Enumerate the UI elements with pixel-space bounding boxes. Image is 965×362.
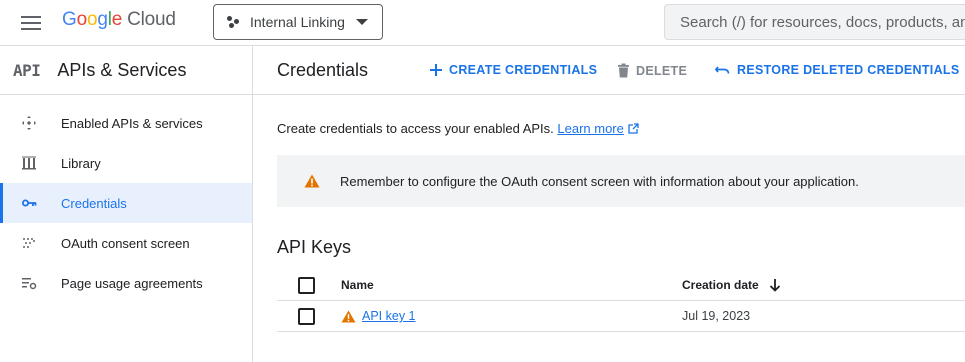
sidebar-item-enabled-apis[interactable]: Enabled APIs & services — [0, 103, 252, 143]
key-icon — [21, 195, 37, 211]
sidebar-item-page-usage[interactable]: Page usage agreements — [0, 263, 252, 303]
row-date-cell: Jul 19, 2023 — [682, 309, 751, 323]
column-header-creation-date[interactable]: Creation date — [682, 278, 781, 292]
sidebar-item-oauth-consent[interactable]: OAuth consent screen — [0, 223, 252, 263]
arrow-down-icon — [769, 278, 780, 292]
plus-icon — [430, 64, 442, 76]
google-cloud-logo[interactable]: Google Cloud — [62, 9, 176, 31]
brand-cloud: Cloud — [127, 9, 176, 30]
trash-icon — [618, 63, 629, 78]
api-key-link[interactable]: API key 1 — [362, 309, 416, 323]
library-icon — [21, 155, 37, 171]
banner-text: Remember to configure the OAuth consent … — [340, 173, 859, 189]
dotted-consent-icon — [21, 235, 37, 251]
sidebar-item-label: Library — [61, 155, 101, 171]
column-header-label: Creation date — [682, 278, 759, 292]
warning-banner: Remember to configure the OAuth consent … — [277, 155, 965, 207]
select-all-checkbox[interactable] — [298, 276, 315, 294]
search-input[interactable]: Search (/) for resources, docs, products… — [664, 4, 965, 40]
table-row: API key 1 Jul 19, 2023 — [277, 301, 965, 332]
page-title: Credentials — [277, 60, 369, 80]
project-icon — [227, 15, 241, 29]
intro-message: Create credentials to access your enable… — [277, 121, 554, 136]
create-credentials-label: CREATE CREDENTIALS — [449, 63, 598, 77]
row-name-cell: API key 1 — [341, 309, 416, 323]
warning-icon — [304, 174, 320, 188]
restore-label: RESTORE DELETED CREDENTIALS — [737, 63, 960, 77]
restore-deleted-credentials-button[interactable]: RESTORE DELETED CREDENTIALS — [715, 63, 959, 77]
warning-icon — [341, 309, 356, 323]
row-checkbox[interactable] — [298, 307, 315, 325]
column-header-name[interactable]: Name — [341, 278, 374, 292]
search-placeholder: Search (/) for resources, docs, products… — [680, 14, 965, 31]
sidebar-header: API APIs & Services — [0, 46, 252, 95]
sidebar-item-library[interactable]: Library — [0, 143, 252, 183]
create-credentials-button[interactable]: CREATE CREDENTIALS — [429, 63, 597, 77]
undo-icon — [715, 66, 730, 74]
sidebar-item-label: OAuth consent screen — [61, 235, 190, 251]
main-content: Credentials CREATE CREDENTIALS DELETE RE… — [253, 46, 965, 362]
sidebar-title[interactable]: APIs & Services — [57, 60, 186, 81]
page-header: Credentials CREATE CREDENTIALS DELETE RE… — [253, 46, 965, 95]
chevron-down-icon — [356, 19, 368, 25]
diamond-arrows-icon — [21, 115, 37, 131]
project-selector[interactable]: Internal Linking — [213, 4, 383, 40]
external-link-icon — [627, 123, 639, 134]
section-title-api-keys: API Keys — [277, 237, 352, 257]
learn-more-label: Learn more — [557, 121, 624, 136]
intro-text: Create credentials to access your enable… — [277, 121, 639, 136]
api-badge-icon: API — [13, 60, 41, 80]
sidebar-item-credentials[interactable]: Credentials — [0, 183, 252, 223]
table-header: Name Creation date — [277, 270, 965, 301]
settings-list-icon — [21, 275, 37, 291]
delete-label: DELETE — [636, 63, 688, 78]
sidebar: API APIs & Services Enabled APIs & servi… — [0, 46, 253, 362]
sidebar-item-label: Page usage agreements — [61, 275, 203, 291]
sidebar-item-label: Credentials — [61, 195, 127, 211]
learn-more-link[interactable]: Learn more — [557, 121, 623, 136]
delete-button[interactable]: DELETE — [617, 63, 687, 78]
api-keys-table: Name Creation date API key 1 Jul 19, 202… — [277, 270, 965, 332]
top-bar: Google Cloud Internal Linking Search (/) … — [0, 0, 965, 46]
project-name: Internal Linking — [250, 14, 345, 30]
menu-icon[interactable] — [21, 13, 41, 33]
sidebar-item-label: Enabled APIs & services — [61, 115, 203, 131]
sidebar-nav: Enabled APIs & services Library Credenti… — [0, 95, 252, 303]
